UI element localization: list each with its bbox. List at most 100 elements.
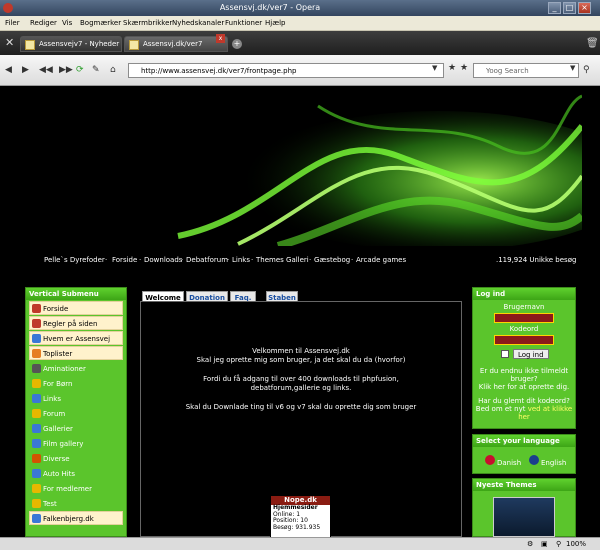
search-input[interactable]: Yoog Search: [473, 63, 579, 78]
menu-item-icon: [32, 469, 41, 478]
trash-icon[interactable]: 🗑: [586, 38, 599, 49]
login-button[interactable]: Log ind: [513, 349, 549, 359]
english-flag-icon[interactable]: [529, 455, 539, 465]
nav-link-debatforum[interactable]: Debatforum: [186, 256, 228, 264]
network-icon[interactable]: ⚙: [527, 540, 533, 548]
menu-item-icon: [32, 379, 41, 388]
feed-star-icon[interactable]: ★: [460, 63, 468, 73]
maximize-button[interactable]: □: [563, 2, 576, 14]
image-icon[interactable]: ▣: [541, 540, 548, 548]
welcome-text: debatforum,gallerie og links.: [250, 384, 352, 392]
minimize-button[interactable]: _: [548, 2, 561, 14]
new-tab-icon[interactable]: +: [232, 39, 242, 49]
nav-link-forside[interactable]: Forside: [112, 256, 137, 264]
language-title: Select your language: [473, 435, 575, 447]
rewind-icon[interactable]: ◀◀: [39, 65, 53, 75]
submenu-item-label: Falkenbjerg.dk: [43, 515, 94, 523]
submenu-item[interactable]: Test: [29, 496, 123, 510]
tab-close-icon[interactable]: x: [216, 34, 225, 43]
nav-link-links[interactable]: Links: [232, 256, 250, 264]
menu-item-skaermbrikker[interactable]: Skærmbrikker: [123, 19, 172, 27]
submenu-item-label: Diverse: [43, 455, 70, 463]
home-icon[interactable]: ⌂: [110, 65, 116, 75]
tab-bar: ✕ Assensvejv7 - Nyheder Assensvj.dk/ver7…: [0, 31, 600, 55]
submenu-item[interactable]: Toplister: [29, 346, 123, 360]
submenu-item[interactable]: Falkenbjerg.dk: [29, 511, 123, 525]
green-smoke-image: [18, 86, 582, 246]
login-title: Log ind: [473, 288, 575, 300]
reload-icon[interactable]: ⟳: [76, 65, 84, 75]
nav-link-arcade[interactable]: Arcade games: [356, 256, 406, 264]
username-label: Brugernavn: [503, 303, 545, 311]
tab-nyheder[interactable]: Assensvejv7 - Nyheder: [20, 36, 122, 52]
menu-item-vis[interactable]: Vis: [62, 19, 72, 27]
nav-link-downloads[interactable]: Downloads: [144, 256, 182, 264]
submenu-item[interactable]: Aminationer: [29, 361, 123, 375]
submenu-item[interactable]: Hvem er Assensvej: [29, 331, 123, 345]
submenu-title: Vertical Submenu: [26, 288, 126, 300]
password-label: Kodeord: [509, 325, 539, 333]
tools-icon[interactable]: ✕: [5, 36, 14, 49]
zoom-level[interactable]: 100%: [566, 540, 586, 548]
status-bar: ⚙ ▣ ⚲ 100%: [0, 537, 600, 550]
menu-item-icon: [32, 439, 41, 448]
binoculars-icon[interactable]: ⚲: [583, 65, 590, 75]
nope-counter-widget[interactable]: Nope.dk Hjemmesider Online: 1 Position: …: [270, 495, 331, 539]
language-english[interactable]: English: [541, 459, 566, 467]
language-danish[interactable]: Danish: [497, 459, 521, 467]
password-input[interactable]: [494, 335, 554, 345]
back-icon[interactable]: ◀: [5, 65, 12, 75]
submenu-item[interactable]: For medlemer: [29, 481, 123, 495]
url-dropdown-icon[interactable]: ▼: [432, 64, 437, 72]
nav-link-dyrefoder[interactable]: Pelle`s Dyrefoder: [44, 256, 105, 264]
submenu-item[interactable]: Gallerier: [29, 421, 123, 435]
remember-checkbox[interactable]: [501, 350, 509, 358]
submenu-item[interactable]: Regler på siden: [29, 316, 123, 330]
register-link[interactable]: Klik her: [479, 383, 505, 391]
menu-item-rediger[interactable]: Rediger: [30, 19, 57, 27]
submenu-item[interactable]: Film gallery: [29, 436, 123, 450]
username-input[interactable]: [494, 313, 554, 323]
tab-ver7[interactable]: Assensvj.dk/ver7 x: [124, 34, 228, 52]
submenu-item-label: Links: [43, 395, 61, 403]
menu-item-bogmaerker[interactable]: Bogmærker: [80, 19, 121, 27]
forgot-link[interactable]: ved at klikke her: [518, 405, 572, 421]
bookmark-star-icon[interactable]: ★: [448, 63, 456, 73]
danish-flag-icon[interactable]: [485, 455, 495, 465]
wand-icon[interactable]: ✎: [92, 65, 100, 75]
welcome-text: Fordi du få adgang til over 400 download…: [203, 375, 399, 383]
submenu-item[interactable]: Forum: [29, 406, 123, 420]
menu-item-filer[interactable]: Filer: [5, 19, 20, 27]
submenu-list: Forside Regler på siden Hvem er Assensvej T…: [26, 301, 126, 525]
menu-item-hjaelp[interactable]: Hjælp: [265, 19, 285, 27]
url-input[interactable]: http://www.assensvej.dk/ver7/frontpage.p…: [128, 63, 444, 78]
close-button[interactable]: ×: [578, 2, 591, 14]
submenu-item[interactable]: For Børn: [29, 376, 123, 390]
top-navigation: Pelle`s Dyrefoder · Forside · Downloads …: [44, 256, 577, 264]
welcome-panel: Velkommen til Assensvej.dk Skal jeg opre…: [140, 301, 462, 539]
submenu-item[interactable]: Diverse: [29, 451, 123, 465]
submenu-item-label: Regler på siden: [43, 320, 98, 328]
themes-title: Nyeste Themes: [473, 479, 575, 491]
vertical-submenu: Vertical Submenu Forside Regler på siden H…: [25, 287, 127, 537]
submenu-item-label: Hvem er Assensvej: [43, 335, 111, 343]
fast-forward-icon[interactable]: ▶▶: [59, 65, 73, 75]
submenu-item[interactable]: Forside: [29, 301, 123, 315]
forward-icon[interactable]: ▶: [22, 65, 29, 75]
nav-link-themes[interactable]: Themes Galleri: [256, 256, 309, 264]
submenu-item-label: Aminationer: [43, 365, 86, 373]
theme-thumbnail[interactable]: [493, 497, 555, 537]
submenu-item[interactable]: Links: [29, 391, 123, 405]
submenu-item[interactable]: Auto Hits: [29, 466, 123, 480]
menu-item-icon: [32, 484, 41, 493]
search-dropdown-icon[interactable]: ▼: [570, 64, 575, 72]
menu-item-nyhedskanaler[interactable]: Nyhedskanaler: [172, 19, 224, 27]
menu-item-funktioner[interactable]: Funktioner: [225, 19, 262, 27]
browser-window: Assensvj.dk/ver7 - Opera _ □ × Filer Red…: [0, 0, 600, 550]
submenu-item-label: Test: [43, 500, 57, 508]
menu-item-icon: [32, 304, 41, 313]
submenu-item-label: For medlemer: [43, 485, 92, 493]
nav-link-gaestebog[interactable]: Gæstebog: [314, 256, 350, 264]
forgot-prefix: Bed om et nyt: [475, 405, 526, 413]
language-panel: Select your language Danish English: [472, 434, 576, 474]
